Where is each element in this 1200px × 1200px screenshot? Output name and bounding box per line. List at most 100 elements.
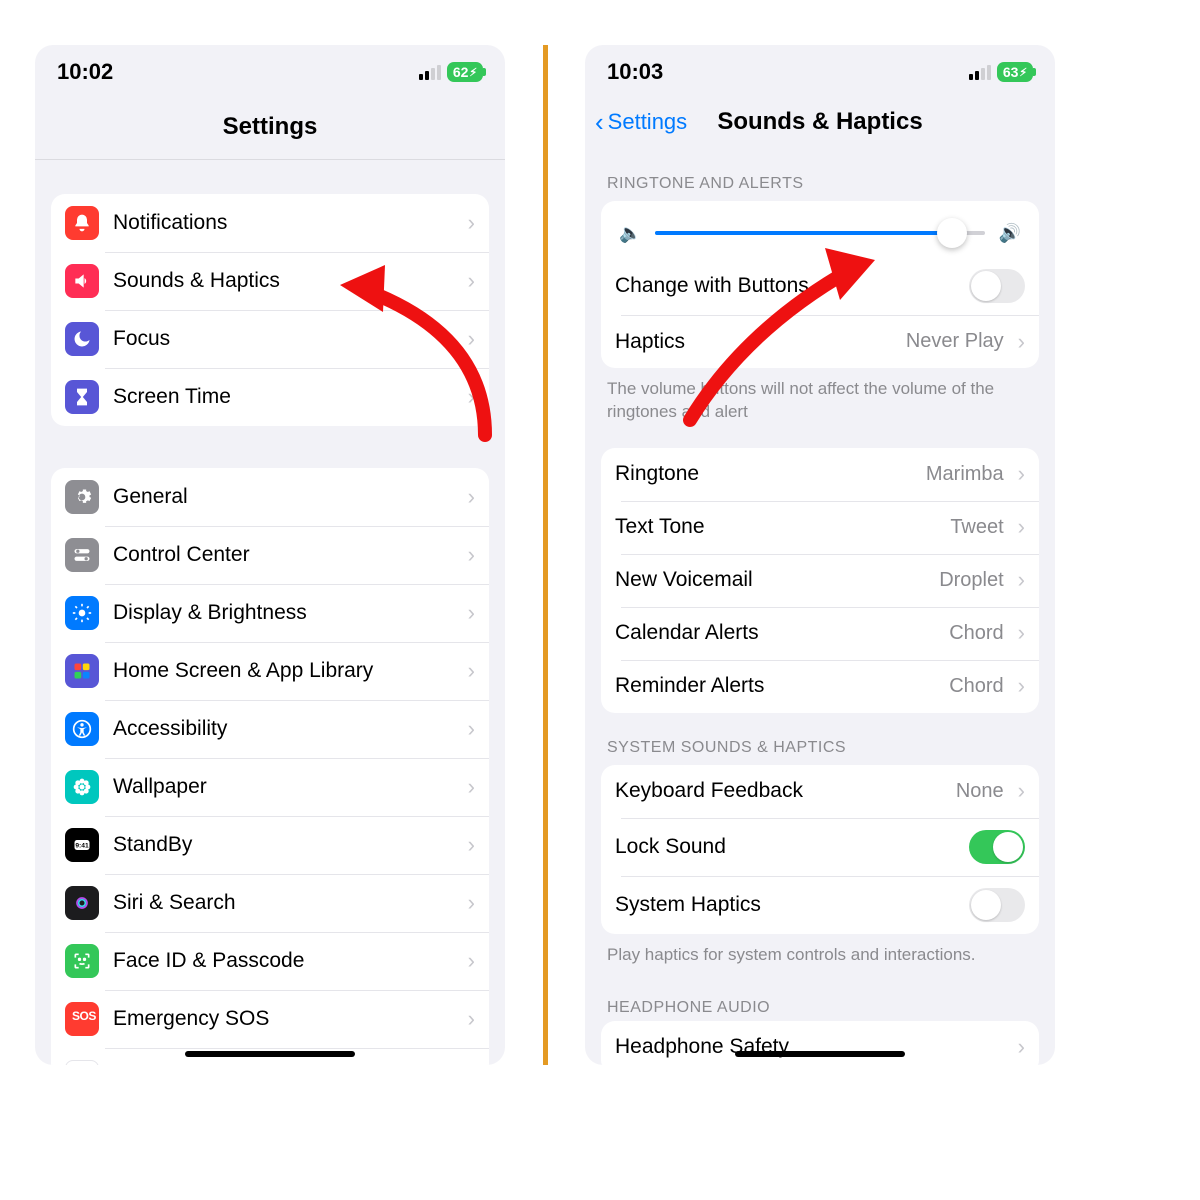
switches-icon (65, 538, 99, 572)
settings-row-label: Wallpaper (113, 775, 448, 799)
settings-row-label: Face ID & Passcode (113, 949, 448, 973)
battery-indicator: 62⚡︎ (447, 62, 483, 82)
home-indicator (185, 1051, 355, 1057)
row-ringtone[interactable]: Ringtone Marimba› (601, 448, 1039, 501)
settings-row-label: Display & Brightness (113, 601, 448, 625)
speaker-mute-icon: 🔈 (619, 223, 641, 244)
speaker-loud-icon: 🔊 (999, 223, 1021, 244)
row-system-haptics[interactable]: System Haptics (601, 876, 1039, 934)
chevron-right-icon: › (1018, 461, 1025, 487)
settings-screen: 10:02 62⚡︎ Settings Notifications › Soun… (35, 45, 505, 1065)
chevron-right-icon: › (468, 600, 475, 626)
row-text-tone[interactable]: Text Tone Tweet › (601, 501, 1039, 554)
chevron-right-icon: › (468, 1064, 475, 1065)
clock: 10:02 (57, 59, 113, 85)
status-bar: 10:03 63⚡︎ (585, 45, 1055, 91)
chevron-right-icon: › (468, 658, 475, 684)
chevron-right-icon: › (468, 268, 475, 294)
page-title: Settings (35, 91, 505, 159)
settings-row-control-center[interactable]: Control Center › (51, 526, 489, 584)
row-lock-sound[interactable]: Lock Sound (601, 818, 1039, 876)
settings-group-alerts: Notifications › Sounds & Haptics › Focus… (51, 194, 489, 426)
settings-row-siri-search[interactable]: Siri & Search › (51, 874, 489, 932)
siri-icon (65, 886, 99, 920)
speaker-icon (65, 264, 99, 298)
settings-row-label: Focus (113, 327, 448, 351)
settings-row-label: Siri & Search (113, 891, 448, 915)
settings-row-face-id-passcode[interactable]: Face ID & Passcode › (51, 932, 489, 990)
settings-row-standby[interactable]: 9:41 StandBy › (51, 816, 489, 874)
home-indicator (735, 1051, 905, 1057)
chevron-right-icon: › (1018, 329, 1025, 355)
settings-row-label: Emergency SOS (113, 1007, 448, 1031)
settings-row-focus[interactable]: Focus › (51, 310, 489, 368)
ringer-volume-slider[interactable] (655, 221, 984, 245)
settings-row-accessibility[interactable]: Accessibility › (51, 700, 489, 758)
row-label: Keyboard Feedback (615, 779, 942, 803)
footer-ringtone: The volume buttons will not affect the v… (585, 368, 1055, 430)
row-value: Tweet (950, 516, 1003, 539)
ringtone-alerts-card: 🔈 🔊 Change with Buttons Haptics Never Pl… (601, 201, 1039, 368)
chevron-right-icon: › (1018, 1034, 1025, 1060)
settings-row-general[interactable]: General › (51, 468, 489, 526)
settings-row-label: Home Screen & App Library (113, 659, 448, 683)
row-label: Change with Buttons (615, 274, 955, 298)
exposure-icon (65, 1060, 99, 1065)
chevron-right-icon: › (1018, 514, 1025, 540)
settings-row-display-brightness[interactable]: Display & Brightness › (51, 584, 489, 642)
row-label: Lock Sound (615, 835, 955, 859)
nav-header: ‹ Settings Sounds & Haptics (585, 91, 1055, 149)
row-calendar-alerts[interactable]: Calendar Alerts Chord› (601, 607, 1039, 660)
chevron-right-icon: › (468, 1006, 475, 1032)
section-header-headphone: HEADPHONE AUDIO (585, 973, 1055, 1021)
row-new-voicemail[interactable]: New Voicemail Droplet› (601, 554, 1039, 607)
section-header-system: SYSTEM SOUNDS & HAPTICS (585, 713, 1055, 765)
settings-row-emergency-sos[interactable]: SOS Emergency SOS › (51, 990, 489, 1048)
chevron-right-icon: › (468, 948, 475, 974)
row-headphone-safety[interactable]: Headphone Safety › (601, 1021, 1039, 1065)
chevron-right-icon: › (1018, 778, 1025, 804)
ringer-volume-slider-row: 🔈 🔊 (601, 201, 1039, 257)
toggle-lock-sound[interactable] (969, 830, 1025, 864)
settings-row-sounds-haptics[interactable]: Sounds & Haptics › (51, 252, 489, 310)
chevron-right-icon: › (468, 384, 475, 410)
back-button[interactable]: ‹ Settings (595, 109, 687, 135)
settings-row-label: General (113, 485, 448, 509)
settings-row-home-screen-app-library[interactable]: Home Screen & App Library › (51, 642, 489, 700)
toggle-system-haptics[interactable] (969, 888, 1025, 922)
footer-system: Play haptics for system controls and int… (585, 934, 1055, 973)
toggle-change-with-buttons[interactable] (969, 269, 1025, 303)
chevron-right-icon: › (468, 542, 475, 568)
row-label: Haptics (615, 330, 892, 354)
back-label: Settings (608, 109, 688, 135)
row-label: Calendar Alerts (615, 621, 935, 645)
row-haptics[interactable]: Haptics Never Play› (601, 315, 1039, 368)
row-label: New Voicemail (615, 568, 925, 592)
settings-row-notifications[interactable]: Notifications › (51, 194, 489, 252)
section-header-ringtone: RINGTONE AND ALERTS (585, 149, 1055, 201)
svg-text:9:41: 9:41 (75, 843, 89, 850)
status-bar: 10:02 62⚡︎ (35, 45, 505, 91)
settings-row-label: Sounds & Haptics (113, 269, 448, 293)
faceid-icon (65, 944, 99, 978)
system-sounds-card: Keyboard Feedback None› Lock Sound Syste… (601, 765, 1039, 934)
settings-row-label: StandBy (113, 833, 448, 857)
settings-row-wallpaper[interactable]: Wallpaper › (51, 758, 489, 816)
headphone-card: Headphone Safety › (601, 1021, 1039, 1065)
sos-icon: SOS (65, 1002, 99, 1036)
chevron-right-icon: › (468, 774, 475, 800)
settings-row-label: Control Center (113, 543, 448, 567)
row-keyboard-feedback[interactable]: Keyboard Feedback None› (601, 765, 1039, 818)
row-reminder-alerts[interactable]: Reminder Alerts Chord› (601, 660, 1039, 713)
apps-grid-icon (65, 654, 99, 688)
battery-indicator: 63⚡︎ (997, 62, 1033, 82)
sun-icon (65, 596, 99, 630)
chevron-right-icon: › (1018, 567, 1025, 593)
chevron-right-icon: › (468, 326, 475, 352)
settings-row-screen-time[interactable]: Screen Time › (51, 368, 489, 426)
row-change-with-buttons[interactable]: Change with Buttons (601, 257, 1039, 315)
hourglass-icon (65, 380, 99, 414)
row-label: Text Tone (615, 515, 936, 539)
bell-icon (65, 206, 99, 240)
row-label: System Haptics (615, 893, 955, 917)
